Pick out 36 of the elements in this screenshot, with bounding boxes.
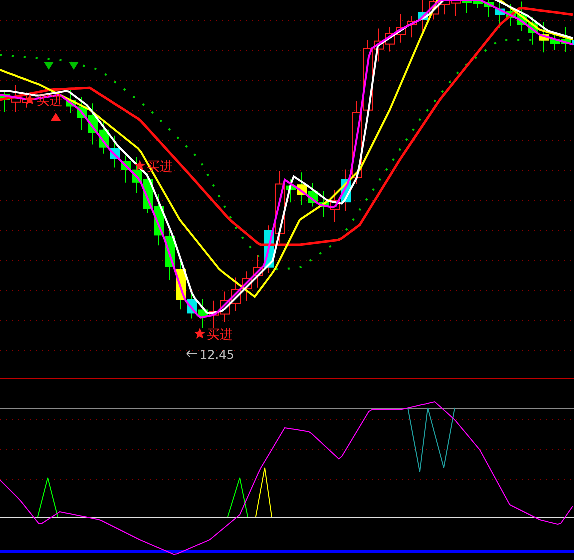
candlestick	[110, 135, 120, 168]
star-icon	[194, 328, 206, 339]
candlestick	[0, 90, 10, 113]
candlestick	[517, 1, 527, 32]
candlestick	[88, 103, 98, 146]
candlestick	[528, 17, 538, 46]
candlestick	[77, 96, 87, 131]
triangle-icon	[69, 62, 79, 70]
candlestick	[440, 0, 450, 16]
candlestick	[407, 16, 417, 38]
candlestick	[319, 190, 329, 218]
candlestick	[220, 291, 230, 323]
candlestick	[297, 172, 307, 206]
candlestick	[121, 155, 131, 184]
candlestick	[308, 182, 318, 208]
candlestick	[385, 26, 395, 52]
candlestick	[209, 300, 219, 328]
candlestick	[506, 4, 516, 27]
arrow-icon	[186, 350, 198, 358]
low-price-label: 12.45	[200, 348, 234, 362]
candlestick	[396, 14, 406, 44]
candlestick	[231, 277, 241, 312]
candlestick	[66, 90, 76, 114]
signal-label: 买进	[37, 94, 63, 109]
candlestick	[154, 194, 164, 246]
star-icon	[134, 160, 146, 171]
triangle-icon	[51, 113, 61, 121]
candlestick	[99, 122, 109, 154]
star-icon	[24, 94, 36, 105]
candlestick	[165, 228, 175, 280]
candlestick	[330, 190, 340, 223]
signal-label: 买进	[207, 328, 233, 343]
candlestick	[451, 0, 461, 17]
triangle-icon	[44, 62, 54, 70]
candlestick	[242, 271, 252, 302]
candlestick	[198, 298, 208, 329]
